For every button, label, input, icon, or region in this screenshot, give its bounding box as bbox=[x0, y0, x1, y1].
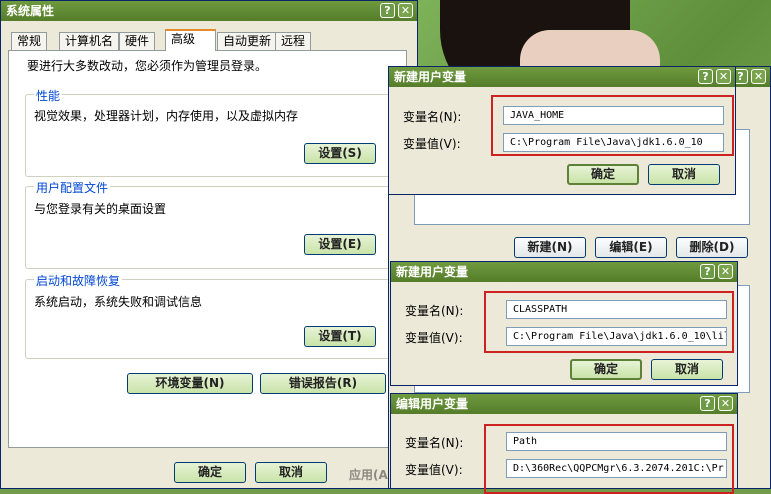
performance-title: 性能 bbox=[34, 87, 63, 104]
close-icon[interactable]: ✕ bbox=[398, 3, 413, 18]
dialog-1-cancel-button[interactable]: 取消 bbox=[648, 164, 720, 185]
help-icon[interactable]: ? bbox=[380, 3, 395, 18]
dialog-1-title-bar: 新建用户变量 ? ✕ bbox=[389, 67, 735, 87]
advanced-panel: 要进行大多数改动，您必须作为管理员登录。 性能 视觉效果，处理器计划，内存使用，… bbox=[8, 50, 407, 448]
dialog-3-title: 编辑用户变量 bbox=[396, 397, 469, 411]
dialog-3-close-icon[interactable]: ✕ bbox=[718, 396, 733, 411]
dialog-1-help-icon[interactable]: ? bbox=[698, 69, 713, 84]
edit-variable-button[interactable]: 编辑(E) bbox=[595, 237, 667, 258]
delete-variable-button[interactable]: 删除(D) bbox=[676, 237, 748, 258]
tab-general[interactable]: 常规 bbox=[11, 32, 48, 50]
tab-remote[interactable]: 远程 bbox=[275, 32, 312, 50]
tab-advanced[interactable]: 高级 bbox=[165, 29, 216, 51]
window-title: 系统属性 bbox=[6, 4, 55, 18]
dialog-2-close-icon[interactable]: ✕ bbox=[718, 264, 733, 279]
performance-group: 性能 视觉效果，处理器计划，内存使用，以及虚拟内存 设置(S) bbox=[25, 87, 395, 177]
dialog-2-title: 新建用户变量 bbox=[396, 265, 469, 279]
variable-name-label: 变量名(N): bbox=[405, 304, 464, 318]
user-profile-desc: 与您登录有关的桌面设置 bbox=[34, 202, 167, 216]
dialog-2-ok-button[interactable]: 确定 bbox=[570, 359, 642, 380]
dialog-2-help-icon[interactable]: ? bbox=[700, 264, 715, 279]
tab-auto-update[interactable]: 自动更新 bbox=[217, 32, 278, 50]
user-profile-title: 用户配置文件 bbox=[34, 179, 111, 196]
dialog-1-close-icon[interactable]: ✕ bbox=[716, 69, 731, 84]
env-close-icon[interactable]: ✕ bbox=[751, 69, 766, 84]
dialog-2-body: 变量名(N): 变量值(V): CLASSPATH C:\Program Fil… bbox=[392, 282, 736, 384]
performance-settings-button[interactable]: 设置(S) bbox=[304, 143, 376, 164]
variable-value-input[interactable]: C:\Program File\Java\jdk1.6.0_10 bbox=[503, 133, 724, 152]
startup-settings-button[interactable]: 设置(T) bbox=[304, 326, 376, 347]
variable-name-input[interactable]: JAVA_HOME bbox=[503, 106, 724, 125]
admin-note: 要进行大多数改动，您必须作为管理员登录。 bbox=[27, 59, 268, 73]
dialog-3-title-bar: 编辑用户变量 ? ✕ bbox=[391, 394, 737, 414]
variable-name-input[interactable]: Path bbox=[506, 432, 727, 451]
dialog-1-ok-button[interactable]: 确定 bbox=[567, 164, 639, 185]
startup-recovery-title: 启动和故障恢复 bbox=[34, 272, 123, 289]
dialog-1-title: 新建用户变量 bbox=[394, 70, 467, 84]
user-profile-group: 用户配置文件 与您登录有关的桌面设置 设置(E) bbox=[25, 179, 395, 269]
variable-name-label: 变量名(N): bbox=[403, 110, 462, 124]
new-variable-button[interactable]: 新建(N) bbox=[514, 237, 586, 258]
title-bar: 系统属性 ? ✕ bbox=[1, 1, 417, 21]
edit-variable-dialog: 编辑用户变量 ? ✕ 变量名(N): 变量值(V): Path D:\360Re… bbox=[390, 393, 738, 494]
variable-value-label: 变量值(V): bbox=[403, 137, 461, 151]
variable-value-input[interactable]: C:\Program File\Java\jdk1.6.0_10\lil bbox=[506, 327, 727, 346]
variable-name-input[interactable]: CLASSPATH bbox=[506, 300, 727, 319]
dialog-3-body: 变量名(N): 变量值(V): Path D:\360Rec\QQPCMgr\6… bbox=[392, 414, 736, 494]
cancel-button[interactable]: 取消 bbox=[255, 462, 327, 483]
variable-name-label: 变量名(N): bbox=[405, 436, 464, 450]
tab-computer-name[interactable]: 计算机名 bbox=[59, 32, 120, 50]
system-properties-window: 系统属性 ? ✕ 常规 计算机名 硬件 高级 自动更新 远程 要进行大多数改动，… bbox=[0, 0, 418, 489]
error-report-button[interactable]: 错误报告(R) bbox=[260, 373, 386, 394]
dialog-2-cancel-button[interactable]: 取消 bbox=[651, 359, 723, 380]
user-profile-settings-button[interactable]: 设置(E) bbox=[304, 234, 376, 255]
environment-variables-button[interactable]: 环境变量(N) bbox=[127, 373, 253, 394]
dialog-3-help-icon[interactable]: ? bbox=[700, 396, 715, 411]
variable-value-label: 变量值(V): bbox=[405, 463, 463, 477]
startup-recovery-desc: 系统启动，系统失败和调试信息 bbox=[34, 295, 203, 309]
variable-value-input[interactable]: D:\360Rec\QQPCMgr\6.3.2074.201C:\Pr bbox=[506, 459, 727, 478]
new-variable-dialog-2: 新建用户变量 ? ✕ 变量名(N): 变量值(V): CLASSPATH C:\… bbox=[390, 261, 738, 386]
new-variable-dialog-1: 新建用户变量 ? ✕ 变量名(N): 变量值(V): JAVA_HOME C:\… bbox=[388, 66, 736, 195]
variable-value-label: 变量值(V): bbox=[405, 331, 463, 345]
tab-hardware[interactable]: 硬件 bbox=[119, 32, 156, 50]
dialog-2-title-bar: 新建用户变量 ? ✕ bbox=[391, 262, 737, 282]
apply-button[interactable]: 应用(A bbox=[349, 466, 388, 483]
ok-button[interactable]: 确定 bbox=[174, 462, 246, 483]
performance-desc: 视觉效果，处理器计划，内存使用，以及虚拟内存 bbox=[34, 109, 299, 123]
startup-recovery-group: 启动和故障恢复 系统启动，系统失败和调试信息 设置(T) bbox=[25, 272, 395, 359]
dialog-1-body: 变量名(N): 变量值(V): JAVA_HOME C:\Program Fil… bbox=[390, 87, 734, 193]
